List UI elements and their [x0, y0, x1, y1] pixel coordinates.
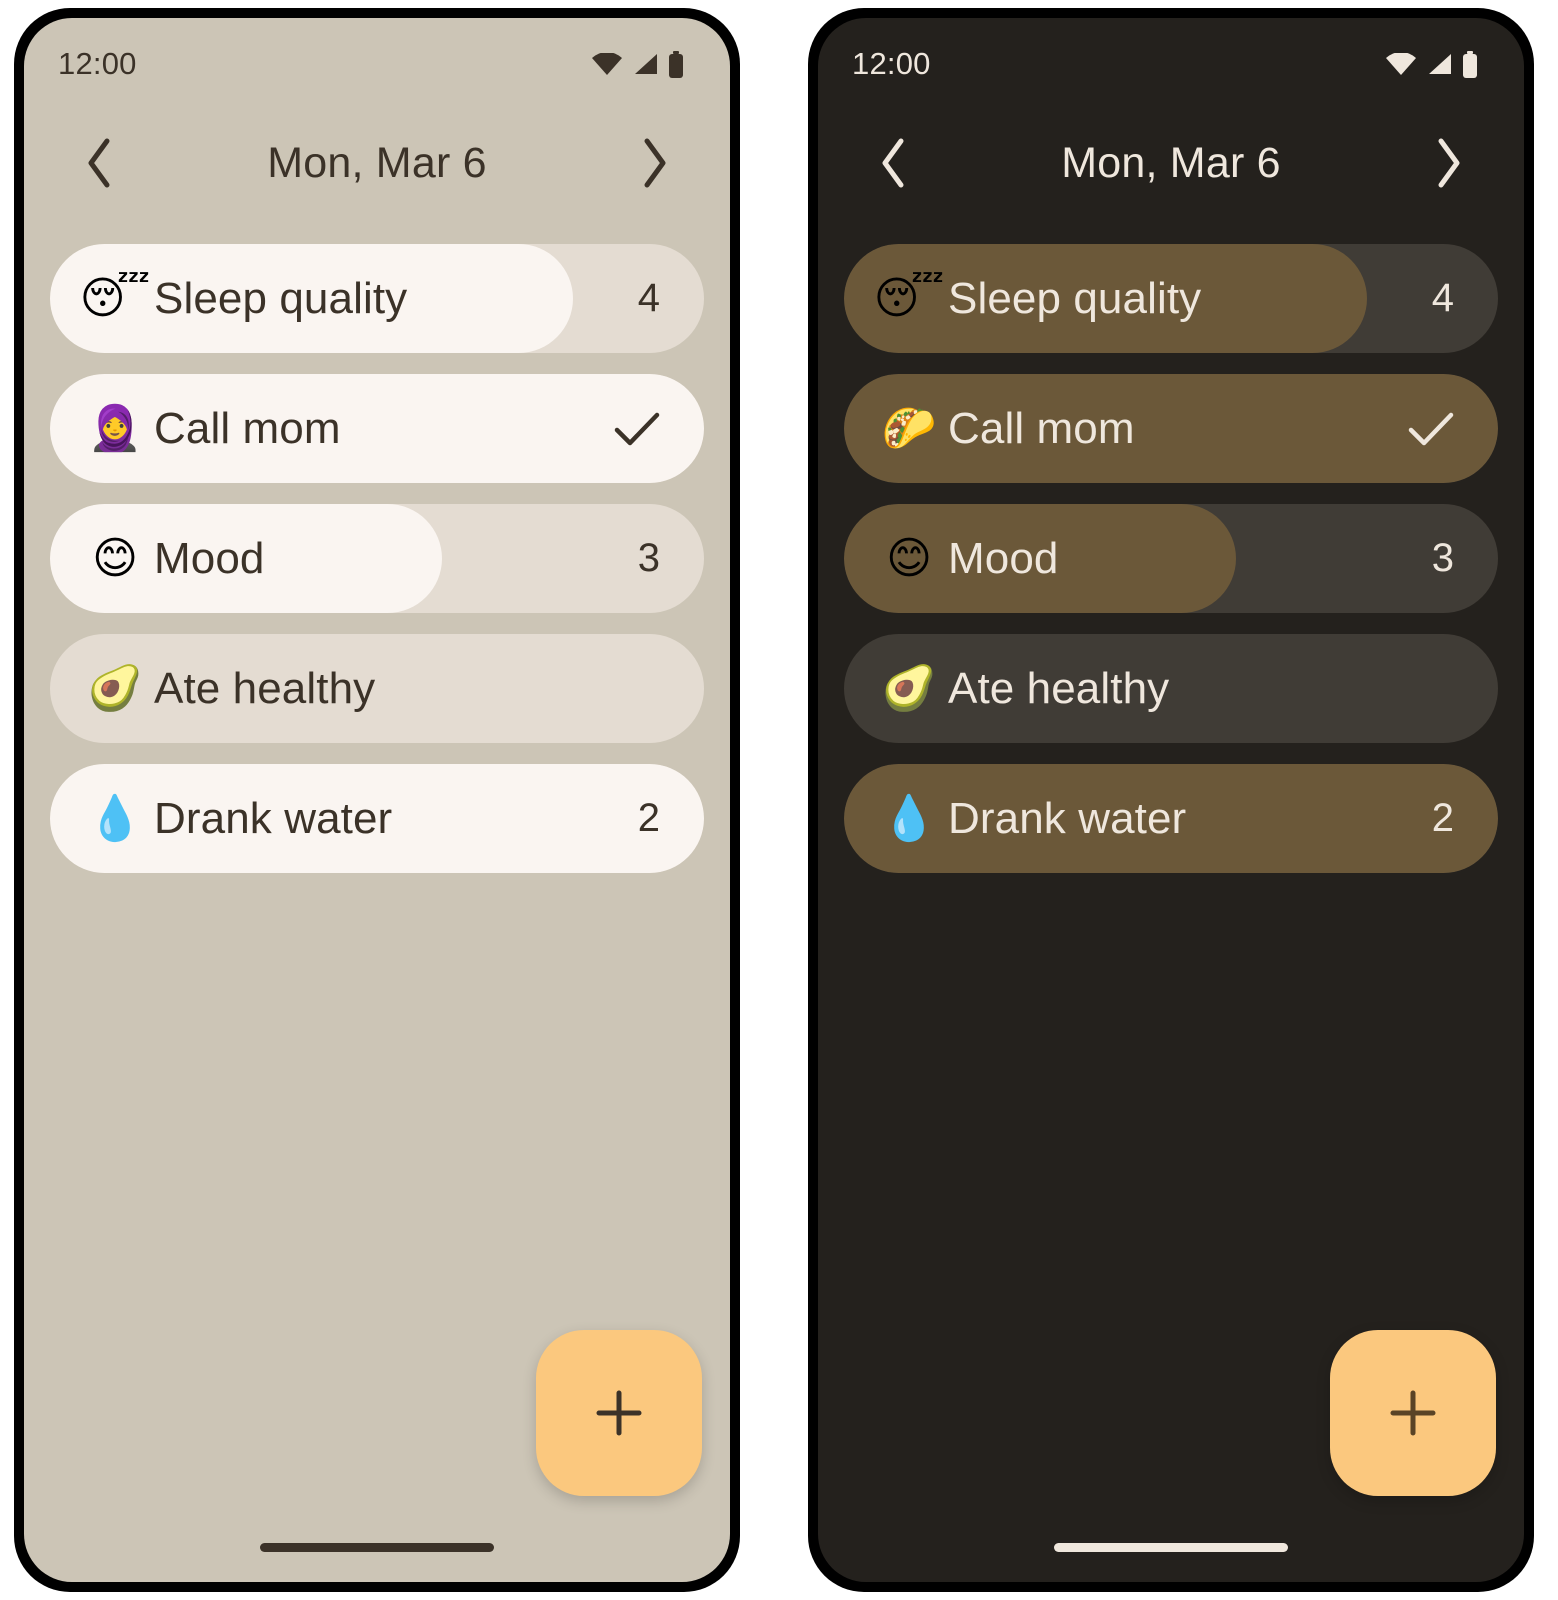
habit-label: Call mom: [948, 403, 1135, 453]
habit-value: 4: [637, 276, 660, 320]
habit-label: Drank water: [154, 793, 393, 843]
habit-label: Mood: [948, 533, 1059, 583]
habit-row-content: 😊 Mood 3: [844, 504, 1498, 613]
habit-row-content: 💧 Drank water 2: [50, 764, 704, 873]
home-gesture-bar[interactable]: [260, 1542, 494, 1552]
habit-value: 2: [1431, 796, 1454, 840]
date-navigation-bar: Mon, Mar 6: [818, 110, 1524, 216]
add-habit-fab[interactable]: [1330, 1330, 1496, 1496]
status-bar: 12:00: [818, 18, 1524, 110]
habit-label: Call mom: [154, 403, 341, 453]
habit-label: Sleep quality: [154, 273, 408, 323]
status-bar-clock: 12:00: [852, 46, 931, 81]
wifi-icon: [1386, 53, 1416, 75]
habit-row-sleep-quality[interactable]: 😴 Sleep quality 4: [50, 244, 704, 353]
battery-icon: [668, 50, 684, 78]
gesture-navigation-area: [818, 1512, 1524, 1582]
taco-emoji: 🌮: [881, 402, 937, 454]
habit-row-content: 🌮 Call mom: [844, 374, 1498, 483]
plus-icon: [593, 1387, 645, 1439]
sleeping-face-emoji: 😴: [79, 272, 151, 324]
cellular-signal-icon: [1425, 52, 1453, 76]
droplet-emoji: 💧: [881, 792, 937, 844]
chevron-left-icon: [83, 135, 117, 191]
habit-row-call-mom[interactable]: 🧕 Call mom: [50, 374, 704, 483]
habit-row-content: 😴 Sleep quality 4: [50, 244, 704, 353]
cellular-signal-icon: [631, 52, 659, 76]
habit-row-mood[interactable]: 😊 Mood 3: [844, 504, 1498, 613]
date-navigation-bar: Mon, Mar 6: [24, 110, 730, 216]
checkmark-icon: [614, 406, 660, 452]
habit-row-drank-water[interactable]: 💧 Drank water 2: [50, 764, 704, 873]
screen-dark: 12:00 Mon, Mar 6 😴 Sleep quality 4 🌮 Cal…: [818, 18, 1524, 1582]
habit-row-ate-healthy[interactable]: 🥑 Ate healthy: [50, 634, 704, 743]
smiling-face-emoji: 😊: [92, 532, 138, 584]
add-habit-fab[interactable]: [536, 1330, 702, 1496]
chevron-left-icon: [877, 135, 911, 191]
habit-list: 😴 Sleep quality 4 🌮 Call mom 😊 Mood 3 🥑 …: [818, 216, 1524, 1512]
habit-row-mood[interactable]: 😊 Mood 3: [50, 504, 704, 613]
avocado-emoji: 🥑: [881, 662, 937, 714]
previous-day-button[interactable]: [68, 131, 132, 195]
phone-dark-theme: 12:00 Mon, Mar 6 😴 Sleep quality 4 🌮 Cal…: [808, 8, 1534, 1592]
smiling-face-emoji: 😊: [886, 532, 932, 584]
habit-row-content: 😴 Sleep quality 4: [844, 244, 1498, 353]
habit-row-content: 💧 Drank water 2: [844, 764, 1498, 873]
habit-row-call-mom[interactable]: 🌮 Call mom: [844, 374, 1498, 483]
woman-with-headscarf-emoji: 🧕: [87, 402, 143, 454]
habit-row-drank-water[interactable]: 💧 Drank water 2: [844, 764, 1498, 873]
checkmark-icon: [1408, 406, 1454, 452]
status-bar-clock: 12:00: [58, 46, 137, 81]
habit-value: 3: [637, 536, 660, 580]
habit-label: Mood: [154, 533, 265, 583]
habit-value: 3: [1431, 536, 1454, 580]
next-day-button[interactable]: [1416, 131, 1480, 195]
chevron-right-icon: [637, 135, 671, 191]
habit-value: 2: [637, 796, 660, 840]
habit-row-content: 🥑 Ate healthy: [844, 634, 1498, 743]
sleeping-face-emoji: 😴: [873, 272, 945, 324]
phone-light-theme: 12:00 Mon, Mar 6 😴 Sleep quality 4 🧕 Cal…: [14, 8, 740, 1592]
habit-row-ate-healthy[interactable]: 🥑 Ate healthy: [844, 634, 1498, 743]
habit-row-content: 😊 Mood 3: [50, 504, 704, 613]
gesture-navigation-area: [24, 1512, 730, 1582]
habit-row-content: 🧕 Call mom: [50, 374, 704, 483]
status-bar-icons: [1386, 50, 1478, 78]
habit-row-content: 🥑 Ate healthy: [50, 634, 704, 743]
habit-label: Ate healthy: [154, 663, 376, 713]
habit-list: 😴 Sleep quality 4 🧕 Call mom 😊 Mood 3 🥑 …: [24, 216, 730, 1512]
habit-value: 4: [1431, 276, 1454, 320]
droplet-emoji: 💧: [87, 792, 143, 844]
wifi-icon: [592, 53, 622, 75]
screen-light: 12:00 Mon, Mar 6 😴 Sleep quality 4 🧕 Cal…: [24, 18, 730, 1582]
habit-row-sleep-quality[interactable]: 😴 Sleep quality 4: [844, 244, 1498, 353]
previous-day-button[interactable]: [862, 131, 926, 195]
home-gesture-bar[interactable]: [1054, 1542, 1288, 1552]
screenshot-stage: 12:00 Mon, Mar 6 😴 Sleep quality 4 🧕 Cal…: [0, 0, 1558, 1600]
battery-icon: [1462, 50, 1478, 78]
status-bar-icons: [592, 50, 684, 78]
page-title: Mon, Mar 6: [1061, 138, 1281, 187]
habit-label: Ate healthy: [948, 663, 1170, 713]
habit-label: Sleep quality: [948, 273, 1202, 323]
habit-label: Drank water: [948, 793, 1187, 843]
chevron-right-icon: [1431, 135, 1465, 191]
next-day-button[interactable]: [622, 131, 686, 195]
page-title: Mon, Mar 6: [267, 138, 487, 187]
status-bar: 12:00: [24, 18, 730, 110]
avocado-emoji: 🥑: [87, 662, 143, 714]
plus-icon: [1387, 1387, 1439, 1439]
